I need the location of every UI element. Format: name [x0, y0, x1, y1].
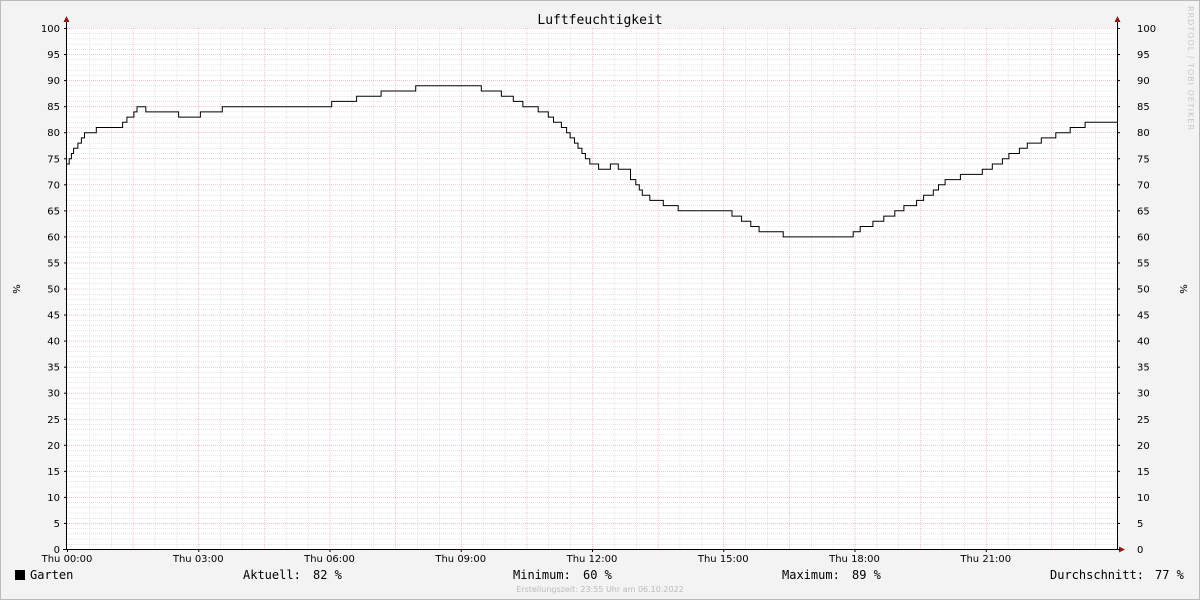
y-tick-label: 60 [1137, 232, 1150, 243]
y-tick-label: 95 [47, 50, 60, 61]
y-tick-label: 30 [1137, 389, 1150, 400]
y-tick-label: 70 [1137, 180, 1150, 191]
y-tick-label: 30 [47, 389, 60, 400]
y-tick-label: 90 [1137, 76, 1150, 87]
y-tick-label: 85 [1137, 102, 1150, 113]
legend: Garten Aktuell: 82 % Minimum: 60 % Maxim… [0, 568, 1200, 584]
humidity-chart: 0 5 10 15 20 25 30 35 40 45 50 55 60 65 70 75 80 85 90 95 10… [10, 13, 1188, 565]
average-label: Durchschnitt: [1050, 568, 1144, 582]
y-axis-label-right: % [1177, 284, 1188, 294]
average-value: 77 % [1155, 568, 1184, 582]
x-tick-label: Thu 06:00 [303, 554, 355, 565]
plot-area [67, 28, 1117, 549]
y-tick-label: 35 [47, 363, 60, 374]
y-tick-label: 60 [47, 232, 60, 243]
y-tick-label: 50 [47, 285, 60, 296]
y-tick-label: 70 [47, 180, 60, 191]
x-tick-labels: Thu 00:00 Thu 03:00 Thu 06:00 Thu 09:00 Thu … [41, 554, 1012, 565]
y-tick-label: 5 [1137, 519, 1143, 530]
rrdtool-watermark: RRDTOOL / TOBI OETIKER [1186, 6, 1195, 132]
legend-swatch [15, 570, 25, 580]
y-axis-arrow-right [1114, 16, 1121, 22]
y-tick-label: 90 [47, 76, 60, 87]
y-tick-labels-left: 0510152025303540455055606570758085909510… [41, 24, 60, 556]
x-tick-label: Thu 03:00 [172, 554, 224, 565]
y-tick-label: 20 [1137, 441, 1150, 452]
y-tick-label: 40 [47, 337, 60, 348]
y-tick-label: 50 [1137, 285, 1150, 296]
x-tick-label: Thu 09:00 [434, 554, 486, 565]
x-tick-label: Thu 00:00 [41, 554, 93, 565]
y-tick-label: 95 [1137, 50, 1150, 61]
maximum-value: 89 % [852, 568, 881, 582]
legend-series-name: Garten [30, 568, 74, 582]
x-tick-label: Thu 15:00 [697, 554, 749, 565]
y-tick-label: 85 [47, 102, 60, 113]
maximum-label: Maximum: [782, 568, 840, 582]
y-tick-label: 65 [47, 206, 60, 217]
y-tick-label: 40 [1137, 337, 1150, 348]
current-label: Aktuell: [243, 568, 301, 582]
x-tick-label: Thu 12:00 [566, 554, 618, 565]
y-tick-label: 20 [47, 441, 60, 452]
chart-title: Luftfeuchtigkeit [537, 13, 662, 28]
y-tick-label: 5 [54, 519, 60, 530]
y-tick-label: 25 [1137, 415, 1150, 426]
current-value: 82 % [313, 568, 342, 582]
y-tick-label: 45 [47, 311, 60, 322]
y-tick-label: 15 [1137, 467, 1150, 478]
y-tick-label: 75 [47, 154, 60, 165]
y-tick-label: 80 [47, 128, 60, 139]
y-axis-label-left: % [10, 284, 21, 294]
minimum-label: Minimum: [513, 568, 571, 582]
y-axis-arrow-left [63, 16, 70, 22]
x-tick-label: Thu 18:00 [828, 554, 880, 565]
minimum-value: 60 % [583, 568, 612, 582]
creation-timestamp: Erstellungszeit: 23:55 Uhr am 06.10.2022 [516, 585, 684, 594]
y-tick-label: 55 [1137, 258, 1150, 269]
y-tick-label: 0 [1137, 545, 1143, 556]
y-tick-label: 65 [1137, 206, 1150, 217]
y-tick-label: 75 [1137, 154, 1150, 165]
y-tick-labels-right: 0 5 10 15 20 25 30 35 40 45 50 55 60 65 70 75 80 85 90 95 10… [1137, 24, 1156, 556]
y-tick-label: 10 [1137, 493, 1150, 504]
y-tick-label: 15 [47, 467, 60, 478]
y-tick-label: 45 [1137, 311, 1150, 322]
y-tick-label: 80 [1137, 128, 1150, 139]
x-tick-label: Thu 21:00 [959, 554, 1011, 565]
y-tick-label: 100 [41, 24, 60, 35]
y-tick-label: 10 [47, 493, 60, 504]
y-tick-label: 25 [47, 415, 60, 426]
y-tick-label: 100 [1137, 24, 1156, 35]
y-tick-label: 35 [1137, 363, 1150, 374]
y-tick-label: 55 [47, 258, 60, 269]
